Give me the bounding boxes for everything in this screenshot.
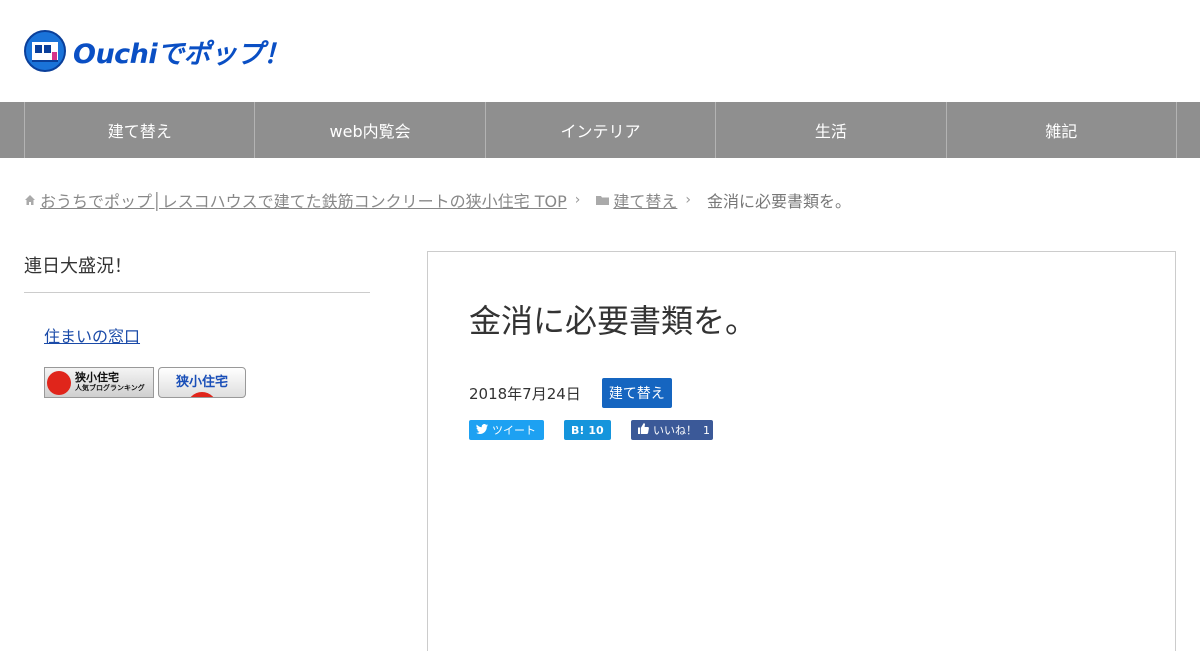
article-title: 金消に必要書類を。 — [469, 302, 758, 340]
hatena-bookmark-button[interactable]: B! 10 — [564, 420, 611, 440]
facebook-like-button[interactable]: いいね！ 1 — [631, 420, 713, 440]
chevron-right-icon: › — [685, 192, 691, 208]
house-window-icon — [24, 30, 66, 72]
site-logo[interactable]: Ouchiでポップ！ — [24, 30, 290, 72]
like-label: いいね！ — [653, 424, 697, 437]
breadcrumb-home-link[interactable]: おうちでポップ│レスコハウスで建てた鉄筋コンクリートの狭小住宅 TOP — [40, 188, 567, 212]
blog-village-banner[interactable]: 狭小住宅 — [158, 367, 246, 398]
nav-item-rebuild[interactable]: 建て替え — [25, 102, 256, 158]
breadcrumb-category-link[interactable]: 建て替え — [613, 188, 677, 212]
ranking-banners: 狭小住宅 人気ブログランキング 狭小住宅 — [44, 367, 370, 398]
widget-title: 連日大盛況！ — [24, 252, 370, 293]
banner2-text: 狭小住宅 — [175, 375, 228, 390]
nav-item-web-tour[interactable]: web内覧会 — [255, 102, 486, 158]
sidebar: 連日大盛況！ 住まいの窓口 狭小住宅 人気ブログランキング 狭小住宅 — [24, 252, 370, 398]
banner1-line1: 狭小住宅 — [75, 370, 119, 384]
tweet-label: ツイート — [492, 424, 536, 437]
nav-item-misc[interactable]: 雑記 — [947, 102, 1177, 158]
twitter-icon — [476, 423, 488, 437]
nav-item-interior[interactable]: インテリア — [486, 102, 717, 158]
global-nav: 建て替え web内覧会 インテリア 生活 雑記 — [0, 102, 1200, 158]
post-date: 2018年7月24日 — [469, 384, 581, 403]
folder-icon — [596, 191, 610, 210]
hatena-icon: B! — [571, 423, 585, 437]
hatena-count: 10 — [588, 423, 604, 437]
site-header: Ouchiでポップ！ — [0, 0, 1200, 102]
thumbs-up-icon — [638, 423, 649, 437]
ranking-logo-icon — [47, 370, 71, 395]
like-count: 1 — [703, 423, 710, 437]
blog-ranking-banner[interactable]: 狭小住宅 人気ブログランキング — [44, 367, 154, 398]
breadcrumb: おうちでポップ│レスコハウスで建てた鉄筋コンクリートの狭小住宅 TOP › 建て… — [24, 188, 851, 212]
home-icon — [24, 191, 36, 210]
breadcrumb-current: 金消に必要書類を。 — [706, 192, 851, 211]
nav-item-life[interactable]: 生活 — [716, 102, 947, 158]
village-logo-icon — [187, 392, 217, 397]
article-meta: 2018年7月24日 建て替え — [469, 378, 672, 408]
sumai-madoguchi-link[interactable]: 住まいの窓口 — [44, 323, 370, 347]
share-buttons: ツイート B! 10 いいね！ 1 — [469, 420, 713, 440]
chevron-right-icon: › — [574, 192, 581, 208]
category-badge[interactable]: 建て替え — [601, 378, 672, 408]
article: 金消に必要書類を。 2018年7月24日 建て替え ツイート B! 10 いいね… — [427, 251, 1176, 651]
tweet-button[interactable]: ツイート — [469, 420, 544, 440]
logo-text: Ouchiでポップ！ — [73, 38, 290, 70]
banner1-line2: 人気ブログランキング — [75, 383, 145, 392]
